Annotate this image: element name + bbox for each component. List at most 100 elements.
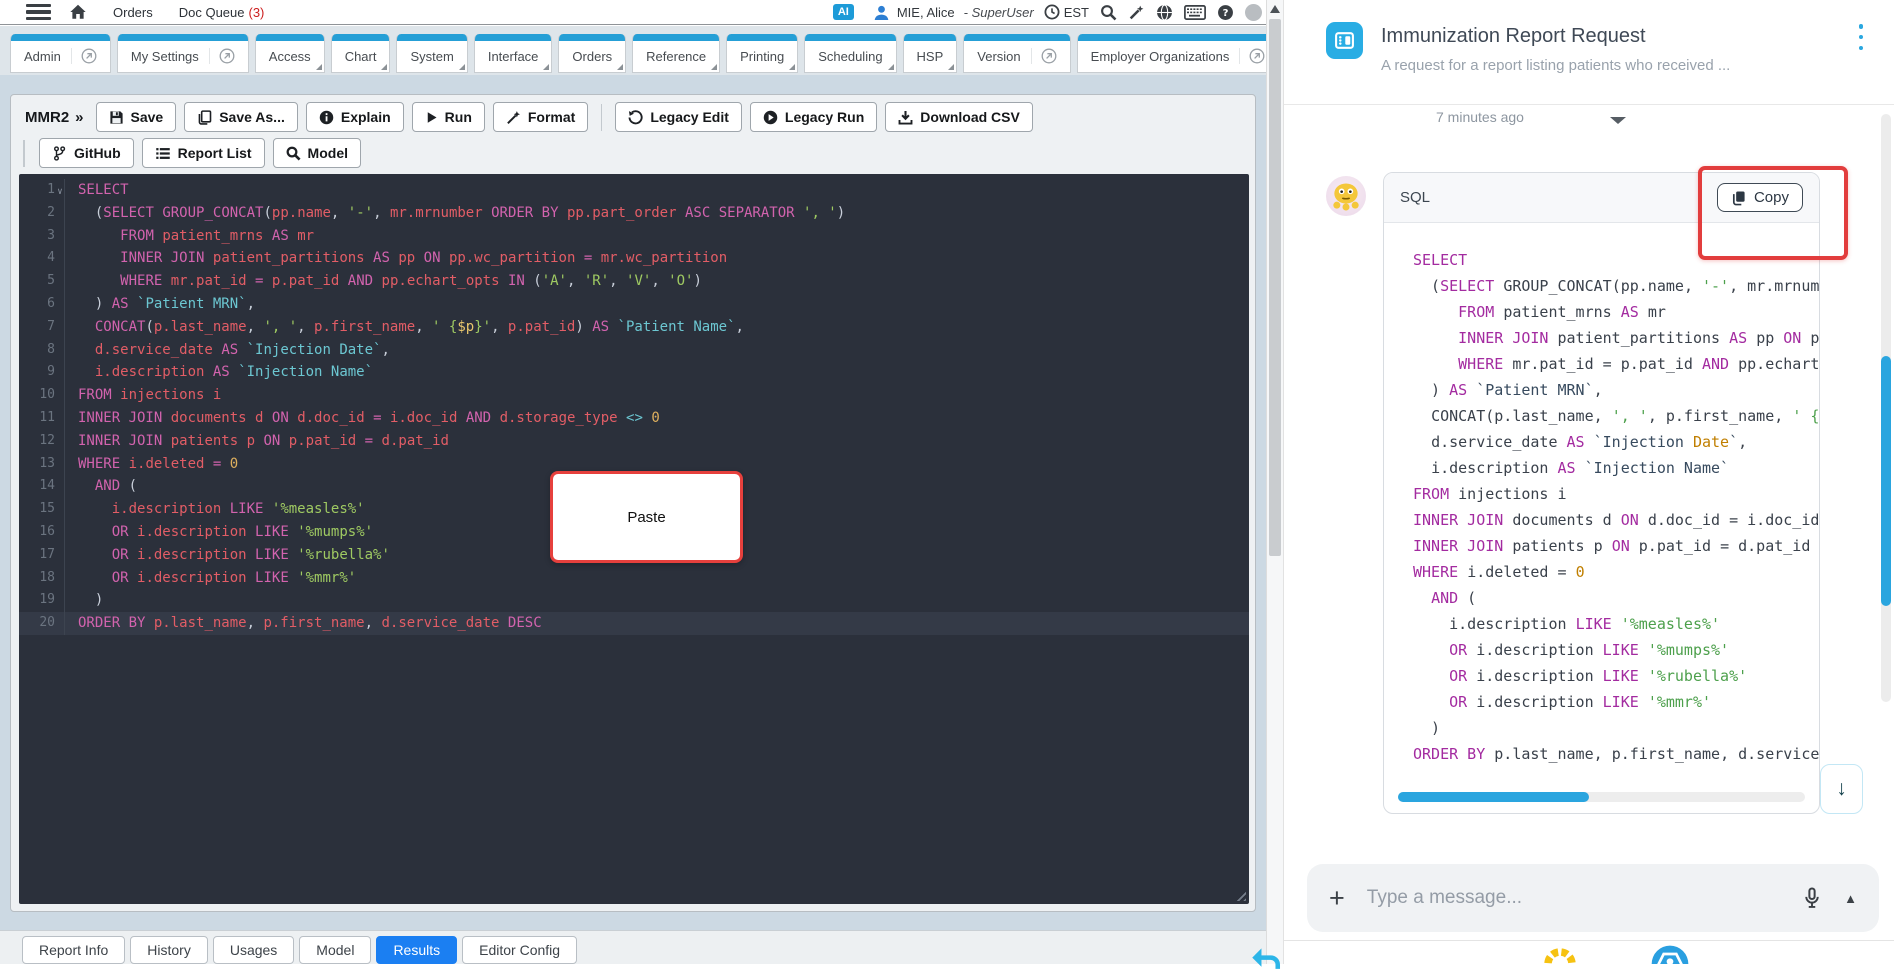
model-button[interactable]: Model — [272, 138, 361, 168]
download-csv-button[interactable]: Download CSV — [885, 102, 1033, 132]
button-label: Run — [444, 109, 472, 125]
sun-icon[interactable] — [1542, 946, 1578, 964]
code-line: WHERE mr.pat_id = p.pat_id AND pp.echart… — [1458, 355, 1819, 373]
card-hscroll-thumb[interactable] — [1398, 792, 1590, 802]
copy-button[interactable]: Copy — [1716, 183, 1803, 212]
nav-tab-employer-organizations[interactable]: Employer Organizations — [1076, 34, 1266, 73]
bottom-tab-usages[interactable]: Usages — [212, 936, 295, 964]
nav-tab-reference[interactable]: Reference — [632, 34, 721, 73]
scrollbar-up-arrow-icon[interactable] — [1270, 5, 1280, 13]
bottom-tab-editor-config[interactable]: Editor Config — [462, 936, 578, 964]
download-icon — [898, 110, 913, 125]
report-name[interactable]: MMR2» — [25, 109, 84, 126]
code-line: INNER JOIN patient_partitions AS pp ON p… — [1458, 329, 1819, 347]
line-number: 17 — [19, 543, 65, 567]
line-number: 9 — [19, 361, 65, 385]
search-icon[interactable] — [1100, 4, 1117, 21]
github-button[interactable]: GitHub — [39, 138, 134, 168]
explain-button[interactable]: Explain — [305, 102, 404, 132]
nav-tab-chart[interactable]: Chart — [330, 34, 391, 73]
code-line: 7 CONCAT(p.last_name, ', ', p.first_name… — [19, 315, 1249, 339]
home-icon[interactable] — [69, 3, 87, 21]
mic-icon[interactable] — [1802, 887, 1822, 909]
copy-icon — [1731, 190, 1746, 206]
main-scrollbar[interactable] — [1266, 0, 1283, 964]
resize-handle-icon[interactable] — [1233, 888, 1246, 901]
nav-tab-label: Scheduling — [818, 48, 883, 64]
wand-icon[interactable] — [1128, 4, 1145, 21]
save-as-button[interactable]: Save As... — [184, 102, 298, 132]
nav-tab-admin[interactable]: Admin — [10, 34, 111, 73]
nav-tab-orders[interactable]: Orders — [558, 34, 627, 73]
code-line: FROM injections i — [1413, 485, 1567, 503]
back-arrow-icon[interactable] — [1248, 942, 1282, 976]
scroll-to-bottom-button[interactable]: ↓ — [1820, 764, 1863, 814]
external-link-icon[interactable] — [1239, 48, 1265, 64]
nav-tab-access[interactable]: Access — [254, 34, 325, 73]
attach-plus-button[interactable]: + — [1329, 884, 1345, 912]
format-button[interactable]: Format — [492, 102, 589, 132]
message-composer[interactable]: + Type a message... ▲ — [1307, 864, 1879, 932]
nav-tab-label: Interface — [487, 48, 539, 64]
bottom-tab-model[interactable]: Model — [299, 936, 372, 964]
line-number: 14 — [19, 475, 65, 499]
scrollbar-thumb[interactable] — [1269, 19, 1281, 556]
toolbar-grip — [23, 139, 25, 167]
nav-tab-version[interactable]: Version — [963, 34, 1071, 73]
nav-tab-system[interactable]: System — [396, 34, 468, 73]
button-label: Legacy Run — [784, 109, 865, 125]
nav-tab-my-settings[interactable]: My Settings — [116, 34, 249, 73]
avatar[interactable] — [1245, 3, 1262, 21]
message-input[interactable]: Type a message... — [1367, 887, 1780, 909]
report-list-icon — [155, 146, 171, 161]
code-line: 10 FROM injections i — [19, 384, 1249, 407]
bottom-tab-history[interactable]: History — [130, 936, 208, 964]
keyboard-icon[interactable] — [1184, 4, 1206, 20]
hamburger-icon[interactable] — [26, 3, 51, 21]
line-number: 3 — [19, 224, 65, 248]
line-number: 2 — [19, 201, 65, 225]
report-list-button[interactable]: Report List — [141, 138, 265, 168]
bottom-tab-results[interactable]: Results — [376, 936, 458, 964]
breadcrumb-doc-queue[interactable]: Doc Queue (3) — [179, 5, 265, 20]
nav-tab-scheduling[interactable]: Scheduling — [804, 34, 897, 73]
line-number: 13 — [19, 452, 65, 476]
svg-text:?: ? — [1223, 8, 1229, 19]
toolbar-separator — [601, 103, 603, 131]
globe-icon[interactable] — [1156, 4, 1173, 21]
fold-caret-icon[interactable]: ∨ — [55, 181, 65, 204]
panel-layout-icon[interactable] — [1326, 22, 1363, 59]
external-link-icon[interactable] — [208, 48, 235, 64]
timestamp-caret-icon — [1610, 117, 1626, 124]
run-button[interactable]: Run — [411, 102, 485, 132]
paste-button-overlay[interactable]: Paste — [550, 471, 743, 563]
external-link-icon[interactable] — [1030, 48, 1057, 64]
code-line: ) — [1413, 719, 1441, 737]
bottom-tab-report-info[interactable]: Report Info — [22, 936, 126, 964]
breadcrumb-orders[interactable]: Orders — [113, 5, 153, 20]
card-horizontal-scrollbar[interactable] — [1398, 792, 1805, 802]
button-label: Download CSV — [920, 109, 1020, 125]
button-label: Explain — [340, 109, 391, 125]
legacy-run-button[interactable]: Legacy Run — [749, 102, 878, 132]
panel-scrollbar-thumb[interactable] — [1881, 356, 1891, 606]
sql-card-header: SQL Copy — [1384, 173, 1819, 223]
nav-tab-hsp[interactable]: HSP — [902, 34, 958, 73]
code-line: INNER JOIN documents d ON d.doc_id = i.d… — [1413, 511, 1819, 529]
legacy-edit-icon — [628, 109, 643, 125]
nav-tab-label: Employer Organizations — [1090, 48, 1230, 64]
nav-tab-interface[interactable]: Interface — [473, 34, 553, 73]
ai-badge[interactable]: AI — [832, 4, 854, 20]
legacy-edit-button[interactable]: Legacy Edit — [615, 102, 742, 132]
mie-logo-icon[interactable] — [1650, 944, 1690, 964]
external-link-icon[interactable] — [70, 48, 97, 64]
footer-divider — [1284, 940, 1894, 941]
user-name[interactable]: MIE, Alice — [897, 5, 955, 20]
chevron-icon[interactable]: » — [75, 109, 83, 126]
kebab-menu-icon[interactable] — [1854, 24, 1868, 50]
caret-up-icon[interactable]: ▲ — [1844, 891, 1857, 906]
help-icon[interactable]: ? — [1217, 4, 1234, 21]
code-line: 19 ) — [19, 589, 1249, 613]
save-button[interactable]: Save — [95, 102, 177, 132]
nav-tab-printing[interactable]: Printing — [726, 34, 799, 73]
